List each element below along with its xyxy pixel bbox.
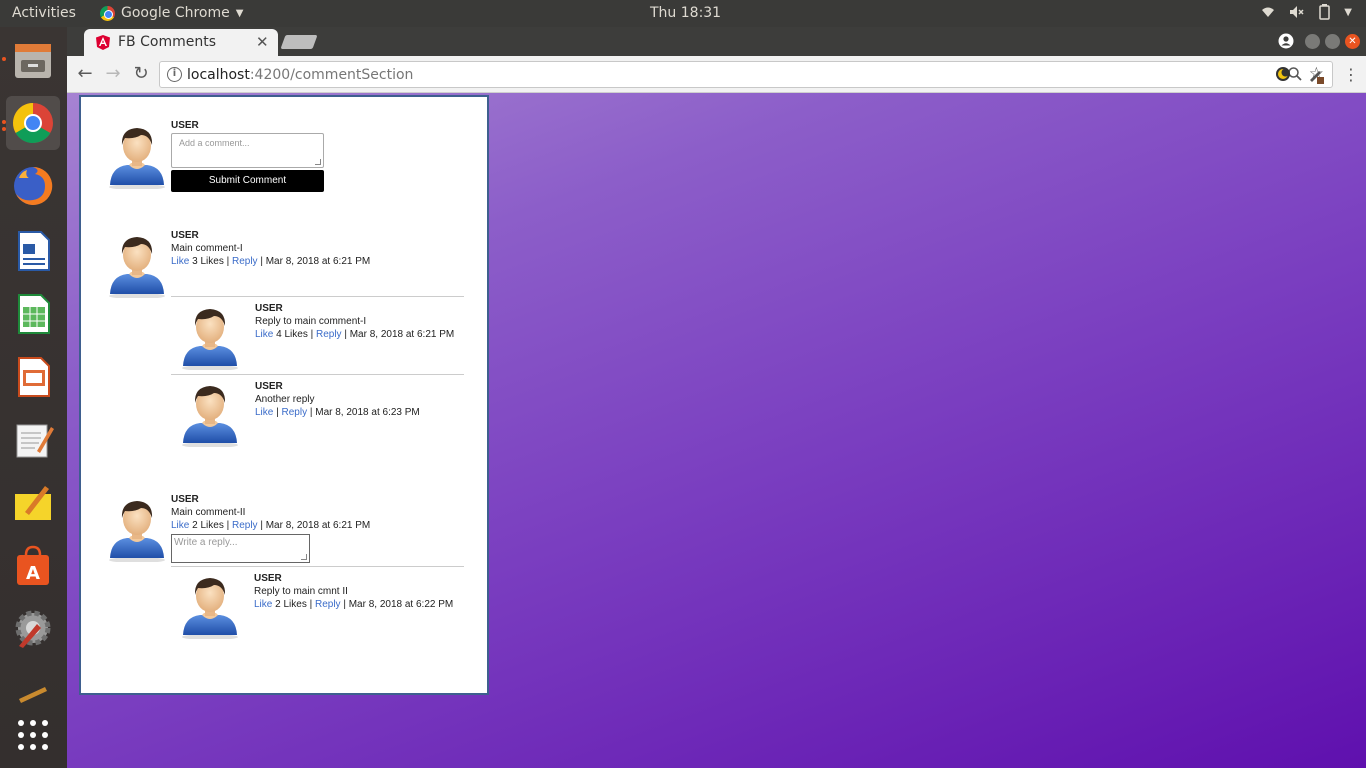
caret-down-icon: ▼	[1344, 6, 1352, 18]
comment-user: USER	[255, 303, 283, 314]
like-link[interactable]: Like	[171, 520, 189, 531]
comment-text: Reply to main cmnt II	[254, 586, 348, 597]
avatar	[109, 501, 165, 562]
chrome-icon	[100, 5, 115, 21]
like-link[interactable]: Like	[254, 599, 272, 610]
extension-dropper-icon[interactable]	[1308, 66, 1324, 84]
tab-fb-comments[interactable]: FB Comments ✕	[84, 29, 278, 56]
comment-timestamp: Mar 8, 2018 at 6:21 PM	[265, 520, 371, 531]
comment-text: Reply to main comment-I	[255, 316, 367, 327]
chrome-icon[interactable]	[6, 96, 60, 150]
calc-icon[interactable]	[6, 286, 60, 340]
avatar	[109, 128, 165, 189]
settings-icon[interactable]	[6, 601, 60, 655]
battery-icon	[1319, 4, 1331, 20]
activities-button[interactable]: Activities	[12, 5, 76, 21]
angular-icon	[96, 35, 110, 50]
app-menu-label: Google Chrome	[121, 5, 230, 21]
resize-grip-icon[interactable]	[315, 159, 321, 165]
comment-actions: Like | Reply | Mar 8, 2018 at 6:23 PM	[255, 407, 420, 418]
software-center-icon[interactable]: A	[6, 538, 60, 592]
like-link[interactable]: Like	[255, 407, 273, 418]
volume-muted-icon	[1290, 6, 1304, 18]
comment-timestamp: Mar 8, 2018 at 6:21 PM	[265, 256, 371, 267]
svg-text:A: A	[26, 563, 40, 584]
extension-moon-icon[interactable]	[1275, 66, 1291, 82]
comment-user: USER	[171, 120, 199, 131]
comment-user: USER	[171, 230, 199, 241]
maximize-button[interactable]	[1325, 34, 1340, 49]
comment-actions: Like 2 Likes | Reply | Mar 8, 2018 at 6:…	[254, 599, 454, 610]
reply-link[interactable]: Reply	[315, 599, 341, 610]
comment-text: Main comment-II	[171, 507, 246, 518]
page-viewport: USER Add a comment... Submit Comment USE…	[67, 93, 1366, 768]
reply-input-placeholder: Write a reply...	[174, 537, 238, 548]
files-icon[interactable]	[6, 33, 60, 87]
clock[interactable]: Thu 18:31	[650, 5, 721, 21]
divider	[171, 296, 464, 297]
system-tray[interactable]: ▼	[1260, 4, 1352, 20]
reply-input[interactable]: Write a reply...	[171, 534, 310, 563]
new-tab-button[interactable]	[280, 35, 318, 49]
app-menu[interactable]: Google Chrome ▼	[100, 5, 243, 21]
divider	[171, 374, 464, 375]
avatar	[182, 309, 238, 370]
comment-actions: Like 2 Likes | Reply | Mar 8, 2018 at 6:…	[171, 520, 371, 531]
likes-count: 3 Likes	[192, 256, 224, 267]
reply-link[interactable]: Reply	[232, 256, 258, 267]
avatar	[182, 386, 238, 447]
top-bar: Activities Google Chrome ▼ Thu 18:31 ▼	[0, 0, 1366, 27]
likes-count: 4 Likes	[276, 329, 308, 340]
comment-timestamp: Mar 8, 2018 at 6:23 PM	[315, 407, 420, 418]
tab-title: FB Comments	[118, 34, 216, 50]
resize-grip-icon[interactable]	[301, 554, 307, 560]
comment-user: USER	[171, 494, 199, 505]
text-editor-icon[interactable]	[6, 412, 60, 466]
comment-timestamp: Mar 8, 2018 at 6:22 PM	[348, 599, 454, 610]
forward-arrow-icon[interactable]: →	[103, 64, 123, 84]
writer-icon[interactable]	[6, 223, 60, 277]
reply-link[interactable]: Reply	[282, 407, 308, 418]
app-grid-icon[interactable]	[6, 708, 60, 762]
comment-input-placeholder: Add a comment...	[179, 138, 250, 148]
avatar	[182, 578, 238, 639]
reload-icon[interactable]: ↻	[131, 64, 151, 84]
reply-link[interactable]: Reply	[316, 329, 342, 340]
like-link[interactable]: Like	[171, 256, 189, 267]
avatar	[109, 237, 165, 298]
back-arrow-icon[interactable]: ←	[75, 64, 95, 84]
like-link[interactable]: Like	[255, 329, 273, 340]
firefox-icon[interactable]	[6, 159, 60, 213]
comment-input[interactable]: Add a comment...	[171, 133, 324, 168]
submit-comment-button[interactable]: Submit Comment	[171, 170, 324, 192]
close-window-button[interactable]: ✕	[1345, 34, 1360, 49]
minimize-button[interactable]	[1305, 34, 1320, 49]
notes-icon[interactable]	[6, 475, 60, 529]
comment-user: USER	[255, 381, 283, 392]
comment-actions: Like 3 Likes | Reply | Mar 8, 2018 at 6:…	[171, 256, 371, 267]
reply-link[interactable]: Reply	[232, 520, 258, 531]
profile-icon[interactable]	[1278, 33, 1294, 49]
comment-text: Another reply	[255, 394, 315, 405]
comment-text: Main comment-I	[171, 243, 243, 254]
comment-user: USER	[254, 573, 282, 584]
browser-toolbar: ← → ↻ i localhost:4200/commentSection ☆ …	[67, 56, 1366, 93]
comment-actions: Like 4 Likes | Reply | Mar 8, 2018 at 6:…	[255, 329, 455, 340]
likes-count: 2 Likes	[192, 520, 224, 531]
menu-dots-icon[interactable]: ⋮	[1343, 65, 1359, 84]
address-bar[interactable]: i localhost:4200/commentSection ☆	[159, 61, 1333, 88]
url-text: localhost:4200/commentSection	[187, 67, 414, 83]
divider	[171, 566, 464, 567]
comment-timestamp: Mar 8, 2018 at 6:21 PM	[349, 329, 455, 340]
caret-down-icon: ▼	[235, 7, 244, 19]
dock: A	[0, 27, 67, 768]
wifi-icon	[1262, 7, 1275, 17]
impress-icon[interactable]	[6, 349, 60, 403]
comment-section: USER Add a comment... Submit Comment USE…	[79, 95, 489, 695]
close-icon[interactable]: ✕	[256, 33, 269, 51]
likes-count: 2 Likes	[275, 599, 307, 610]
info-icon[interactable]: i	[167, 67, 182, 82]
